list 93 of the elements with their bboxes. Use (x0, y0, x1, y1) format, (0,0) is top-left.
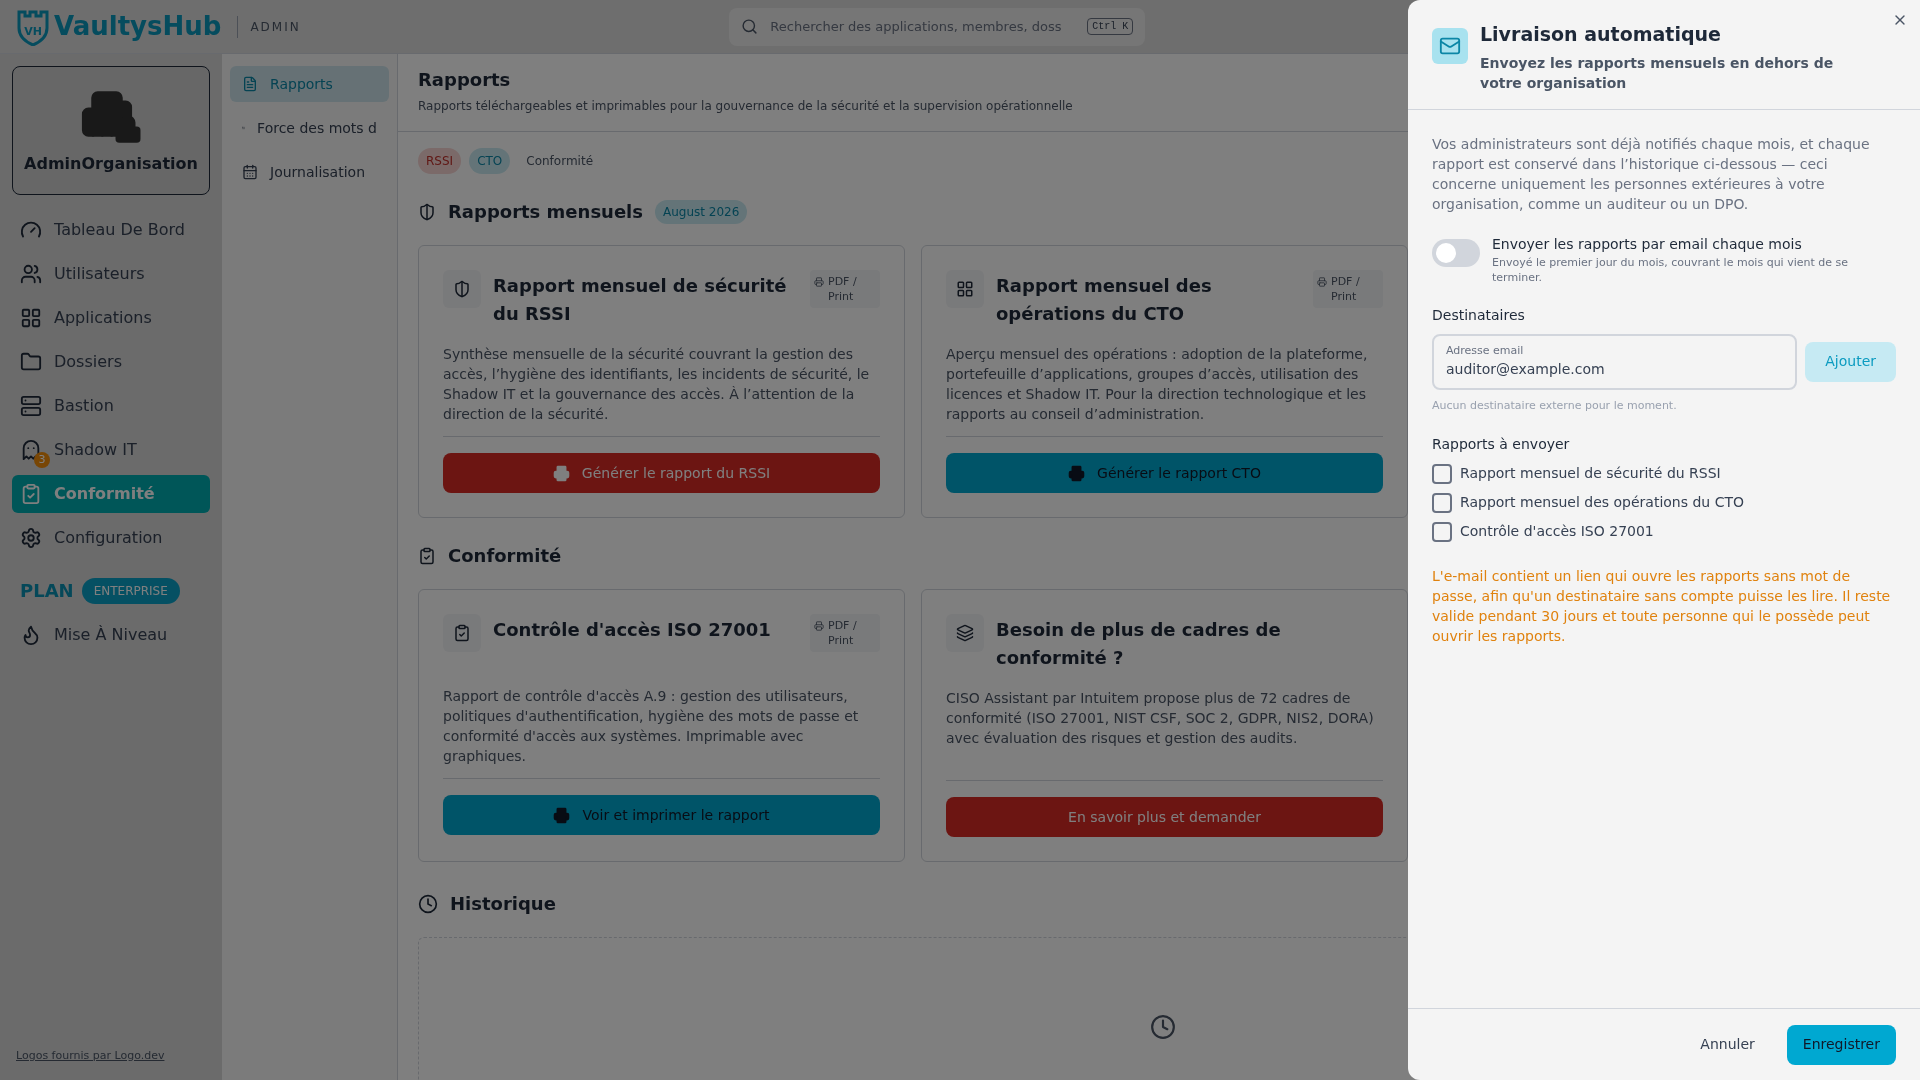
filter-chip[interactable]: CTO (469, 148, 511, 174)
sidebar-item[interactable]: Shadow IT 3 (12, 431, 210, 469)
add-button[interactable]: Ajouter (1805, 341, 1896, 382)
plan-tier-badge: ENTERPRISE (81, 577, 180, 604)
document-icon (242, 76, 258, 92)
page-title: Rapports (418, 68, 511, 92)
field-label: Adresse email (1446, 342, 1524, 359)
month-badge: August 2026 (655, 199, 748, 224)
card-action-button[interactable]: Générer le rapport CTO (946, 453, 1383, 493)
toggle-hint: Envoyé le premier jour du mois, couvrant le mois qui vient de se terminer. (1492, 254, 1850, 285)
card-title: Rapport mensuel de sécurité du RSSI (493, 274, 788, 326)
sidebar-item[interactable]: Dossiers (12, 343, 210, 381)
shortcut-key: Ctrl K (1087, 18, 1134, 35)
printer-icon (1317, 277, 1327, 287)
grid-icon (20, 307, 42, 329)
clipboard-check-icon (418, 546, 436, 565)
filter-chip[interactable]: Conformité (518, 148, 601, 174)
upgrade-item[interactable]: Mise À Niveau (12, 616, 210, 654)
checkbox[interactable] (1432, 463, 1452, 484)
checkbox[interactable] (1432, 521, 1452, 542)
card-description: Rapport de contrôle d'accès A.9 : gestion des utilisateurs, politiques d'authentification, hygiène des mots de passe et conformité d'accès aux systèmes. Imprimable avec graphiques. (443, 687, 860, 766)
checkbox-label: Rapport mensuel des opérations du CTO (1460, 493, 1745, 512)
organization-card[interactable]: AdminOrganisation (12, 66, 210, 195)
toggle-label: Envoyer les rapports par email chaque mois (1492, 234, 1803, 254)
shield-icon (453, 280, 471, 298)
logo-credit-link[interactable]: Logos fournis par Logo.dev (12, 1047, 210, 1064)
checkbox-label: Contrôle d'accès ISO 27001 (1460, 522, 1654, 541)
reports-title: Rapports à envoyer (1432, 435, 1571, 454)
server-icon (20, 395, 42, 417)
printer-icon (552, 464, 570, 482)
drawer-subtitle: Envoyez les rapports mensuels en dehors de votre organisation (1480, 53, 1835, 93)
mail-icon (1439, 35, 1461, 57)
printer-icon (814, 621, 824, 631)
sidebar-item[interactable]: Utilisateurs (12, 255, 210, 293)
search-field[interactable]: Rechercher des applications, membres, doss (770, 16, 1076, 37)
card-title: Contrôle d'accès ISO 27001 (493, 618, 771, 642)
card-description: Synthèse mensuelle de la sécurité couvrant la gestion des accès, l’hygiène des identifiants, les incidents de sécurité, le Shadow IT et la gouvernance des accès. À l’attention de la direction de la sécurité. (443, 345, 871, 424)
grid-icon (956, 280, 974, 298)
clipboard-check-icon (453, 624, 471, 642)
email-field[interactable]: auditor@example.com (1446, 359, 1784, 381)
clock-icon (418, 893, 438, 914)
folder-icon (20, 351, 42, 373)
toggle-switch[interactable] (1432, 238, 1480, 267)
printer-icon (1068, 464, 1086, 482)
checkbox[interactable] (1432, 492, 1452, 513)
card-title: Rapport mensuel des opérations du CTO (996, 274, 1213, 326)
subnav-item[interactable]: Journalisation (230, 154, 389, 190)
printer-icon (553, 806, 571, 824)
warning-text: L'e-mail contient un lien qui ouvre les rapports sans mot de passe, afin qu'un destinataire sans compte puisse les lire. Il reste valide pendant 30 jours et toute personne qui le possède peut ouvrir les rapports. (1432, 567, 1892, 646)
printer-icon (814, 277, 824, 287)
email-field-frame[interactable]: Adresse email auditor@example.com (1432, 333, 1798, 390)
save-button[interactable]: Enregistrer (1786, 1024, 1896, 1065)
section-label: ADMIN (250, 18, 301, 36)
card-action-button[interactable]: En savoir plus et demander (946, 797, 1383, 837)
checkbox-label: Rapport mensuel de sécurité du RSSI (1460, 464, 1721, 483)
format-badge: PDF / Print (810, 270, 880, 308)
card-description: CISO Assistant par Intuitem propose plus de 72 cadres de conformité (ISO 27001, NIST CSF, SOC 2, GDPR, NIS2, DORA) avec évaluation des risques et gestion des audits. (946, 689, 1375, 748)
page-subtitle: Rapports téléchargeables et imprimables pour la gouvernance de la sécurité et la supervision opérationnelle (418, 98, 1073, 115)
drawer-title: Livraison automatique (1480, 22, 1722, 47)
card-action-button[interactable]: Voir et imprimer le rapport (443, 795, 880, 835)
section-title: Rapports mensuels (448, 200, 643, 224)
sidebar-item[interactable]: Conformité (12, 475, 210, 513)
clock-icon (1150, 1014, 1176, 1040)
sidebar-item[interactable]: Bastion (12, 387, 210, 425)
search-icon (741, 18, 759, 35)
layers-icon (956, 624, 974, 642)
subnav-item[interactable]: Rapports (230, 66, 389, 102)
count-badge: 3 (34, 452, 50, 468)
sidebar-item[interactable]: Configuration (12, 519, 210, 557)
card-title: Besoin de plus de cadres de conformité ? (996, 618, 1282, 670)
filter-chip[interactable]: RSSI (418, 148, 462, 174)
subnav-item[interactable]: Force des mots d (230, 110, 389, 146)
intro-text: Vos administrateurs sont déjà notifiés chaque mois, et chaque rapport est conservé dans l’historique ci-dessous — ceci concerne uniquement les personnes extérieures à votre organisation, comme un auditeur ou un DPO. (1432, 134, 1871, 214)
settings-icon (20, 527, 42, 549)
format-badge: PDF / Print (1313, 270, 1383, 308)
users-icon (20, 263, 42, 285)
sidebar-item[interactable]: Applications (12, 299, 210, 337)
cancel-button[interactable]: Annuler (1692, 1024, 1763, 1065)
empty-note: Aucun destinataire externe pour le moment. (1432, 397, 1678, 414)
organization-name: AdminOrganisation (24, 152, 198, 175)
brand-name: VaultysHub (54, 10, 222, 43)
shield-icon (418, 202, 436, 221)
search-bar[interactable]: Rechercher des applications, membres, doss Ctrl K (729, 7, 1146, 46)
clipboard-check-icon (20, 483, 42, 505)
card-action-button[interactable]: Générer le rapport du RSSI (443, 453, 880, 493)
section-title: Conformité (448, 544, 562, 568)
section-title: Historique (450, 892, 556, 916)
plan-label: PLAN (20, 579, 74, 603)
recipients-title: Destinataires (1432, 305, 1526, 325)
card-description: Aperçu mensuel des opérations : adoption de la plateforme, portefeuille d’applications, groupes d’accès, utilisation des licences et Shadow IT. Pour la direction technologique et les rapports au conseil d’administration. (946, 345, 1369, 424)
format-badge: PDF / Print (810, 614, 880, 652)
calendar-icon (242, 164, 258, 180)
sidebar-item[interactable]: Tableau De Bord (12, 211, 210, 249)
